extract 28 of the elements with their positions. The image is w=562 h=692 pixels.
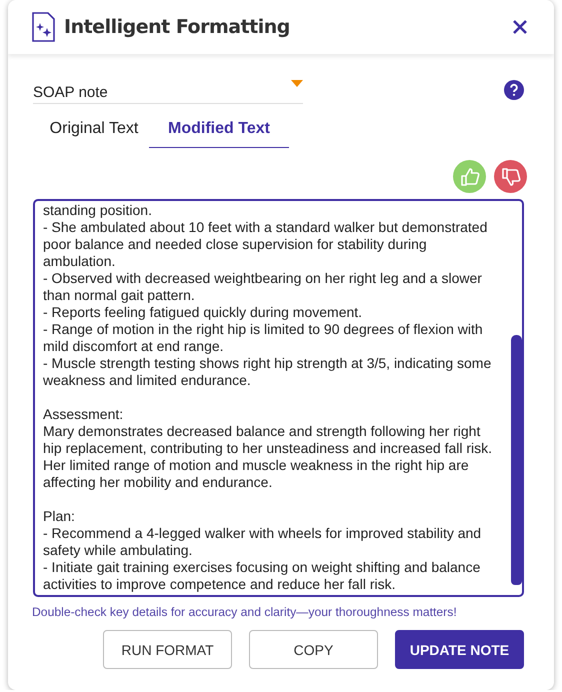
- note-text: - Initiate gait training exercises focusing on weight shifting and balance activities to improve competence and reduce her fall risk.: [43, 559, 482, 593]
- note-text: Mary demonstrates decreased balance and strength following her right hip replacement, contributing to her unsteadiness and increased fall risk. Her limited range of motion and muscle weakness in the right hip are affecting her mobility and endurance.: [43, 423, 494, 491]
- note-text: Plan:: [43, 508, 76, 525]
- note-text: Assessment:: [43, 406, 124, 423]
- thumbs-down-button[interactable]: [494, 160, 527, 193]
- tab[interactable]: Modified Text: [149, 112, 289, 148]
- text-editor[interactable]: [33, 199, 524, 597]
- sparkle-document-icon: [32, 12, 56, 42]
- thumbs-up-button[interactable]: [453, 160, 486, 193]
- note-text: - Recommend a 4-legged walker with wheels for improved stability and safety while ambulating.: [43, 525, 482, 559]
- note-text: - Reports feeling fatigued quickly during movement.: [43, 304, 364, 321]
- note-text: - Range of motion in the right hip is limited to 90 degrees of flexion with mild discomfort at end range.: [43, 321, 484, 355]
- action-button[interactable]: RUN FORMAT: [103, 630, 232, 669]
- action-button[interactable]: COPY: [249, 630, 378, 669]
- note-text: - She ambulated about 10 feet with a standard walker but demonstrated poor balance and needed close supervision for stability during ambulation.: [43, 219, 488, 270]
- template-dropdown[interactable]: SOAP note: [33, 76, 303, 104]
- note-text: - Muscle strength testing shows right hip strength at 3/5, indicating some weakness and limited endurance.: [43, 355, 492, 389]
- primary-button[interactable]: UPDATE NOTE: [395, 630, 524, 669]
- caret-icon: [291, 80, 303, 87]
- tab[interactable]: Original Text: [39, 112, 149, 148]
- note-text: standing position.: [43, 202, 153, 219]
- note-text: - Observed with decreased weightbearing on her right leg and a slower than normal gait pattern.: [43, 270, 483, 304]
- hint-text: Double-check key details for accuracy and clarity—your thoroughness matters!: [32, 605, 458, 619]
- help-icon[interactable]: [504, 80, 524, 100]
- scrollbar-thumb[interactable]: [511, 335, 522, 585]
- dialog-title: Intelligent Formatting: [64, 16, 291, 38]
- thumbs-up-icon: [460, 166, 480, 186]
- thumbs-down-icon: [500, 166, 520, 186]
